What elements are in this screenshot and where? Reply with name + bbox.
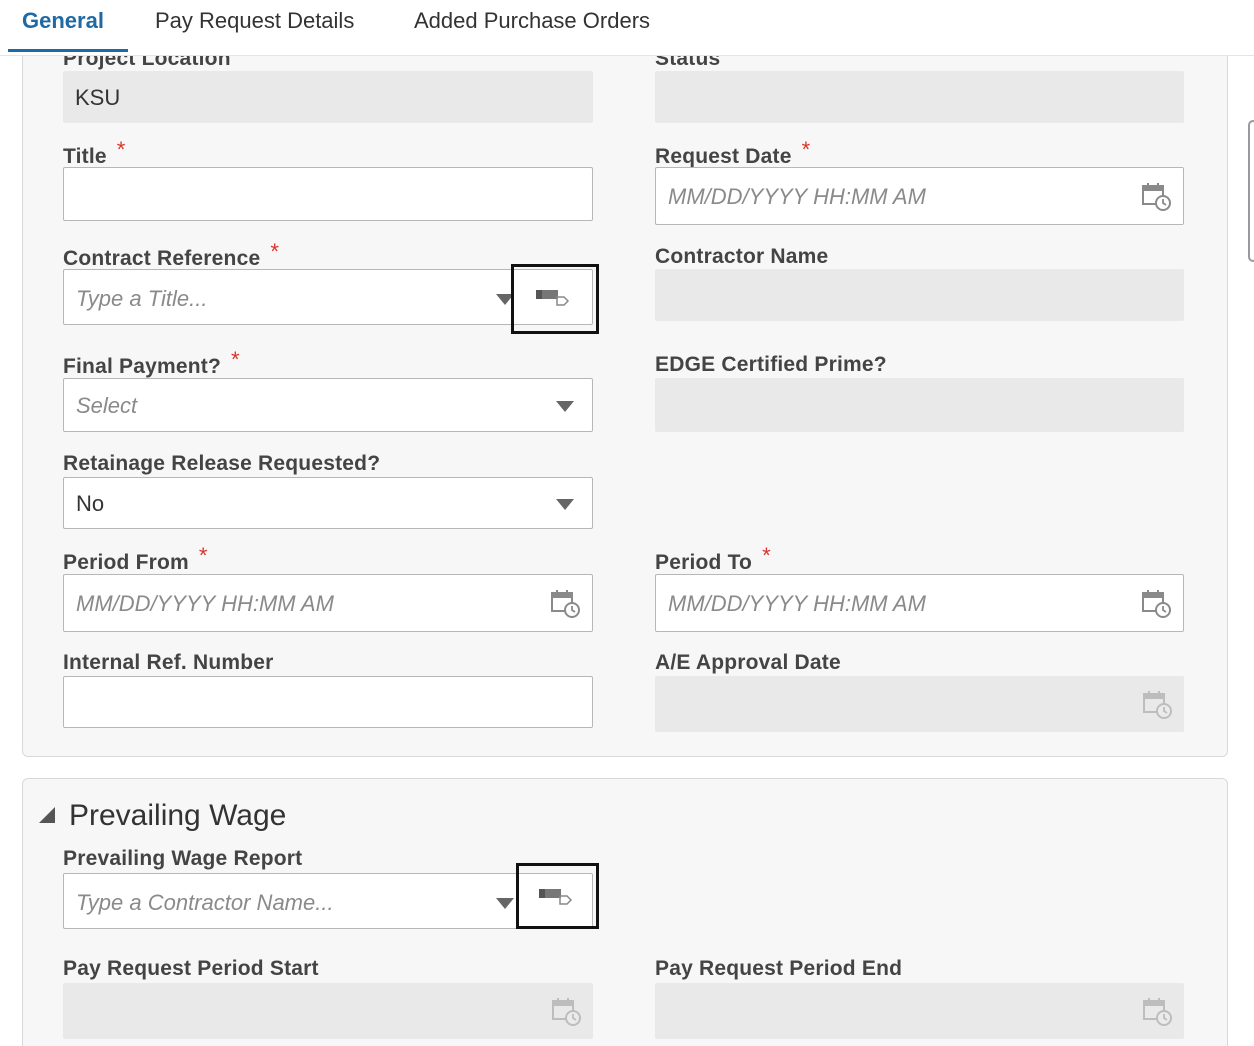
contract-reference-lookup-button[interactable]: [511, 264, 599, 334]
chevron-down-icon[interactable]: [496, 898, 514, 909]
prevailing-wage-report-lookup-button[interactable]: [516, 863, 599, 929]
tab-added-purchase-orders[interactable]: Added Purchase Orders: [414, 8, 650, 34]
status-field: [655, 71, 1184, 123]
period-to-label: Period To *: [655, 543, 771, 575]
calendar-clock-icon: [1143, 691, 1172, 719]
required-marker: *: [801, 137, 811, 162]
lookup-tag-icon: [536, 290, 570, 306]
period-from-label: Period From *: [63, 543, 208, 575]
tab-bar: General Pay Request Details Added Purcha…: [0, 0, 1254, 56]
calendar-clock-icon[interactable]: [550, 587, 582, 619]
edge-certified-prime-field: [655, 378, 1184, 432]
project-location-field: KSU: [63, 71, 593, 123]
request-date-input[interactable]: MM/DD/YYYY HH:MM AM: [655, 167, 1184, 225]
final-payment-select[interactable]: Select: [63, 378, 593, 432]
tab-pay-request-details[interactable]: Pay Request Details: [155, 8, 354, 34]
prevailing-wage-report-label: Prevailing Wage Report: [63, 847, 303, 870]
internal-ref-input[interactable]: [63, 676, 593, 728]
required-marker: *: [762, 543, 771, 568]
title-label-text: Title: [63, 145, 107, 168]
prevailing-wage-report-placeholder: Type a Contractor Name...: [76, 890, 334, 915]
chevron-down-icon: [556, 401, 574, 412]
request-date-label-text: Request Date: [655, 145, 792, 168]
final-payment-label-text: Final Payment?: [63, 355, 222, 378]
contract-reference-label-text: Contract Reference: [63, 247, 261, 270]
pay-request-period-start-field: [63, 983, 593, 1039]
contractor-name-label: Contractor Name: [655, 245, 829, 268]
general-section: Project Location KSU Status Title * Reque…: [22, 20, 1228, 757]
required-marker: *: [116, 137, 126, 162]
period-from-placeholder: MM/DD/YYYY HH:MM AM: [76, 591, 334, 616]
ae-approval-date-label: A/E Approval Date: [655, 651, 841, 674]
title-label: Title *: [63, 137, 126, 169]
tab-general[interactable]: General: [22, 8, 104, 34]
period-from-input[interactable]: MM/DD/YYYY HH:MM AM: [63, 574, 593, 632]
pay-request-period-end-label: Pay Request Period End: [655, 957, 903, 980]
retainage-release-select[interactable]: No: [63, 477, 593, 529]
collapse-triangle-icon[interactable]: [39, 807, 55, 823]
contract-reference-label: Contract Reference *: [63, 239, 279, 271]
calendar-clock-icon[interactable]: [1141, 180, 1173, 212]
ae-approval-date-field: [655, 676, 1184, 732]
required-marker: *: [270, 239, 280, 264]
title-input[interactable]: [63, 167, 593, 221]
active-tab-indicator: [8, 49, 128, 52]
calendar-clock-icon[interactable]: [1141, 587, 1173, 619]
lookup-tag-icon: [539, 889, 573, 905]
period-to-label-text: Period To: [655, 551, 753, 574]
period-to-placeholder: MM/DD/YYYY HH:MM AM: [668, 591, 926, 616]
prevailing-wage-title[interactable]: Prevailing Wage: [69, 799, 286, 833]
contractor-name-field: [655, 269, 1184, 321]
edge-certified-prime-label: EDGE Certified Prime?: [655, 353, 887, 376]
prevailing-wage-section: Prevailing Wage Prevailing Wage Report T…: [22, 778, 1228, 1046]
internal-ref-label: Internal Ref. Number: [63, 651, 274, 674]
request-date-placeholder: MM/DD/YYYY HH:MM AM: [668, 184, 926, 209]
retainage-release-value: No: [76, 491, 105, 516]
chevron-down-icon: [556, 499, 574, 510]
prevailing-wage-report-combobox[interactable]: Type a Contractor Name...: [63, 873, 593, 929]
scrollbar-thumb[interactable]: [1248, 120, 1254, 262]
request-date-label: Request Date *: [655, 137, 810, 169]
final-payment-label: Final Payment? *: [63, 347, 240, 379]
calendar-clock-icon: [1143, 998, 1172, 1026]
required-marker: *: [198, 543, 208, 568]
final-payment-placeholder: Select: [76, 393, 138, 418]
calendar-clock-icon: [552, 998, 581, 1026]
period-from-label-text: Period From: [63, 551, 189, 574]
required-marker: *: [231, 347, 240, 372]
period-to-input[interactable]: MM/DD/YYYY HH:MM AM: [655, 574, 1184, 632]
pay-request-period-start-label: Pay Request Period Start: [63, 957, 319, 980]
retainage-release-label: Retainage Release Requested?: [63, 452, 381, 475]
pay-request-period-end-field: [655, 983, 1184, 1039]
project-location-value: KSU: [75, 85, 121, 110]
contract-reference-placeholder: Type a Title...: [76, 286, 208, 311]
